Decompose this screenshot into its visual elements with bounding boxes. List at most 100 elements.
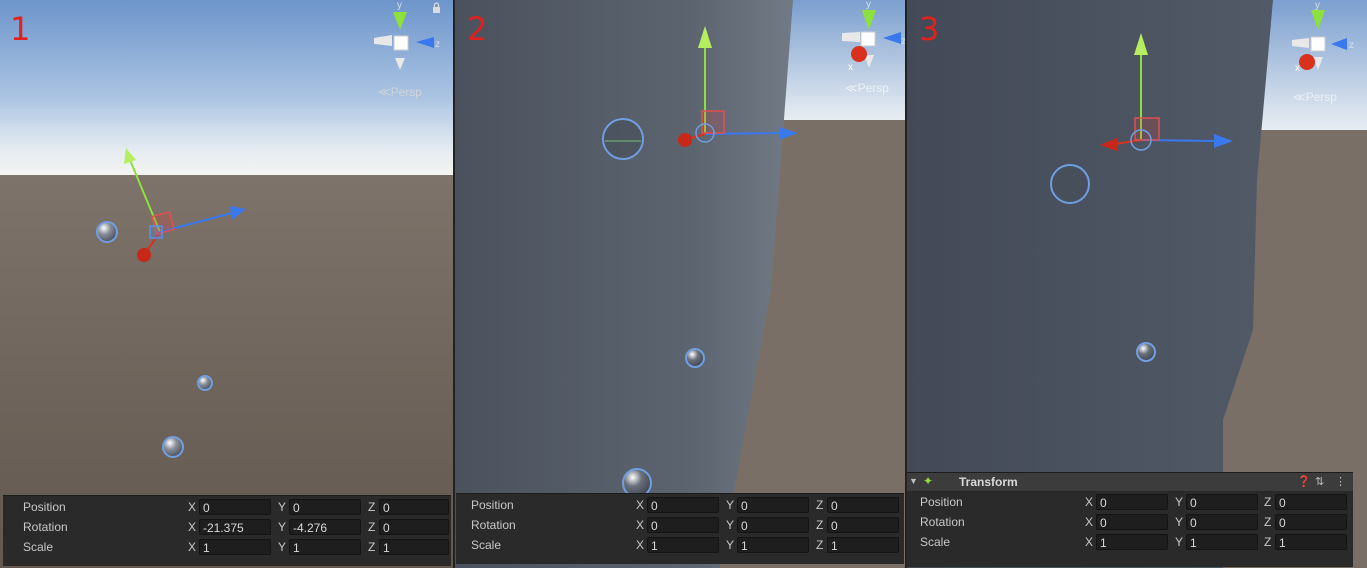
gizmo-label-y: y [1315, 0, 1320, 11]
axis-label-x: X [188, 500, 197, 514]
scene-view-2[interactable]: y z x 2 ≪Persp Position X 0 Y 0 Z 0 Rota… [455, 0, 905, 568]
transform-inspector: ▼ ✦ Transform ❓ ⇅ ⋮ Position X 0 Y 0 Z 0… [907, 472, 1353, 567]
rotation-z-field[interactable]: 0 [827, 517, 899, 533]
axis-label-z: Z [816, 538, 824, 552]
gizmo-label-z: z [435, 39, 440, 50]
axis-label-y: Y [1175, 495, 1184, 509]
preset-icon[interactable]: ⇅ [1315, 475, 1324, 488]
axis-label-y: Y [278, 540, 287, 554]
scene-view-3[interactable]: y z x 3 ≪Persp ▼ ✦ Transform ❓ ⇅ ⋮ Posit… [907, 0, 1367, 568]
back-chevron-icon: ≪ [845, 81, 858, 95]
position-z-field[interactable]: 0 [379, 499, 449, 515]
scale-x-field[interactable]: 1 [1096, 534, 1168, 550]
gizmo-label-y: y [866, 0, 871, 10]
gizmo-label-z: z [901, 36, 905, 47]
axis-label-z: Z [816, 518, 824, 532]
axis-label-x: X [636, 518, 645, 532]
panel-number: 1 [10, 10, 31, 48]
scale-z-field[interactable]: 1 [379, 539, 449, 555]
persp-toggle[interactable]: ≪Persp [378, 85, 422, 99]
position-x-field[interactable]: 0 [1096, 494, 1168, 510]
scale-x-field[interactable]: 1 [199, 539, 271, 555]
rotation-y-field[interactable]: 0 [1186, 514, 1258, 530]
persp-label: Persp [857, 81, 889, 95]
row-label: Rotation [471, 518, 516, 532]
transform-inspector: Position X 0 Y 0 Z 0 Rotation X -21.375 … [3, 495, 451, 566]
scale-y-field[interactable]: 1 [289, 539, 361, 555]
scale-row: Scale X 1 Y 1 Z 1 [907, 532, 1353, 552]
row-label: Scale [471, 538, 502, 552]
scene-viewport-2[interactable]: y z x [455, 0, 905, 568]
position-y-field[interactable]: 0 [737, 497, 809, 513]
bubble[interactable] [96, 221, 118, 243]
axis-label-x: X [188, 540, 197, 554]
rotation-z-field[interactable]: 0 [379, 519, 449, 535]
panel-number: 3 [919, 10, 940, 48]
position-x-field[interactable]: 0 [647, 497, 719, 513]
bubble[interactable] [162, 436, 184, 458]
bubble[interactable] [197, 375, 213, 391]
axis-label-z: Z [368, 500, 376, 514]
help-icon[interactable]: ❓ [1297, 475, 1311, 488]
axis-label-y: Y [1175, 515, 1184, 529]
transform-header[interactable]: ▼ ✦ Transform ❓ ⇅ ⋮ [907, 473, 1353, 491]
position-z-field[interactable]: 0 [827, 497, 899, 513]
axis-label-y: Y [726, 498, 735, 512]
row-label: Scale [23, 540, 54, 554]
axis-label-z: Z [1264, 535, 1272, 549]
rotation-z-field[interactable]: 0 [1275, 514, 1347, 530]
component-title: Transform [959, 475, 1018, 489]
panel-number: 2 [467, 10, 488, 48]
axis-label-x: X [1085, 535, 1094, 549]
bubble[interactable] [1136, 342, 1156, 362]
rotation-y-field[interactable]: -4.276 [289, 519, 361, 535]
axis-label-z: Z [816, 498, 824, 512]
row-label: Scale [920, 535, 951, 549]
bubble[interactable] [1050, 164, 1090, 204]
axis-label-x: X [636, 538, 645, 552]
gizmo-label-x: x [1295, 63, 1300, 74]
scene-view-1[interactable]: y z 1 ≪Persp Position X 0 Y 0 Z 0 Rotati… [0, 0, 453, 568]
axis-label-y: Y [726, 538, 735, 552]
axis-label-y: Y [278, 500, 287, 514]
persp-toggle[interactable]: ≪Persp [845, 81, 889, 95]
scale-z-field[interactable]: 1 [827, 537, 899, 553]
scale-y-field[interactable]: 1 [737, 537, 809, 553]
transform-icon: ✦ [923, 474, 934, 488]
position-row: Position X 0 Y 0 Z 0 [907, 492, 1353, 512]
rotation-row: Rotation X 0 Y 0 Z 0 [456, 515, 904, 535]
scale-y-field[interactable]: 1 [1186, 534, 1258, 550]
back-chevron-icon: ≪ [378, 85, 391, 99]
rotation-x-field[interactable]: 0 [647, 517, 719, 533]
axis-label-x: X [1085, 515, 1094, 529]
axis-label-y: Y [278, 520, 287, 534]
gizmo-label-z: z [1349, 40, 1354, 51]
scale-z-field[interactable]: 1 [1275, 534, 1347, 550]
rotation-x-field[interactable]: -21.375 [199, 519, 271, 535]
bubble[interactable] [685, 348, 705, 368]
axis-label-z: Z [368, 520, 376, 534]
position-x-field[interactable]: 0 [199, 499, 271, 515]
axis-label-z: Z [1264, 515, 1272, 529]
persp-label: Persp [1305, 90, 1337, 104]
position-y-field[interactable]: 0 [1186, 494, 1258, 510]
bubble[interactable] [602, 118, 644, 160]
rotation-x-field[interactable]: 0 [1096, 514, 1168, 530]
gizmo-label-x: x [848, 62, 853, 73]
more-menu-icon[interactable]: ⋮ [1335, 475, 1346, 488]
rotation-row: Rotation X -21.375 Y -4.276 Z 0 [3, 517, 451, 537]
back-chevron-icon: ≪ [1293, 90, 1306, 104]
persp-toggle[interactable]: ≪Persp [1293, 90, 1337, 104]
rotation-y-field[interactable]: 0 [737, 517, 809, 533]
axis-label-x: X [1085, 495, 1094, 509]
position-y-field[interactable]: 0 [289, 499, 361, 515]
axis-label-x: X [636, 498, 645, 512]
foldout-arrow-icon[interactable]: ▼ [909, 476, 918, 486]
position-row: Position X 0 Y 0 Z 0 [3, 497, 451, 517]
persp-label: Persp [390, 85, 422, 99]
gizmo-label-y: y [397, 0, 402, 11]
axis-label-x: X [188, 520, 197, 534]
scale-x-field[interactable]: 1 [647, 537, 719, 553]
position-z-field[interactable]: 0 [1275, 494, 1347, 510]
row-label: Rotation [920, 515, 965, 529]
